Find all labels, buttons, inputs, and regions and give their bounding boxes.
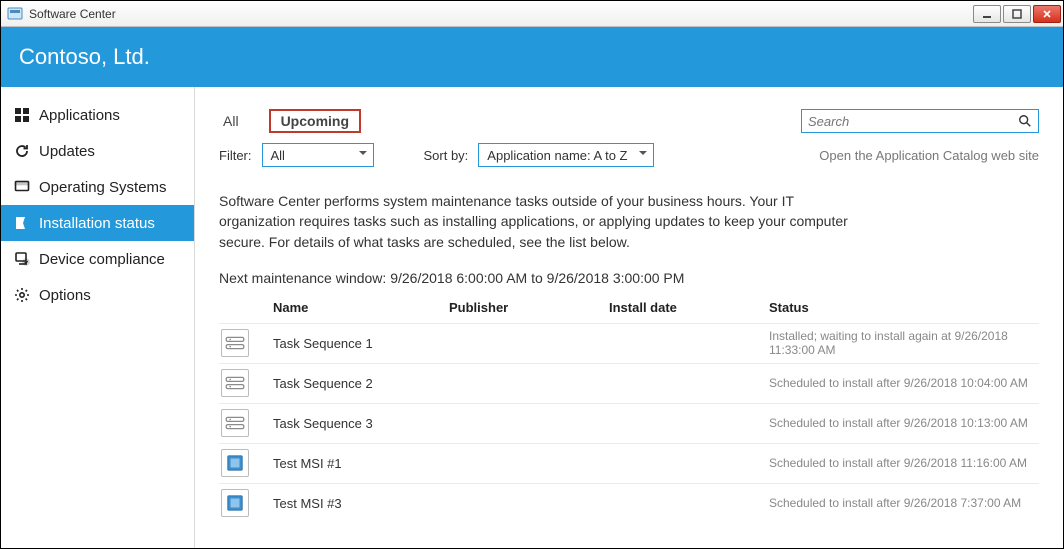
item-status: Installed; waiting to install again at 9…	[769, 329, 1039, 357]
sidebar-item-device-compliance[interactable]: Device compliance	[1, 241, 194, 277]
table-body: Task Sequence 1 Installed; waiting to ins…	[219, 323, 1039, 523]
filter-dropdown[interactable]: All	[262, 143, 374, 167]
sidebar-item-label: Updates	[39, 143, 95, 160]
item-name: Task Sequence 2	[273, 376, 449, 391]
sidebar-item-options[interactable]: Options	[1, 277, 194, 313]
item-type-icon	[221, 329, 249, 357]
filter-value: All	[271, 148, 285, 163]
maintenance-window-text: Next maintenance window: 9/26/2018 6:00:…	[219, 270, 1039, 286]
item-name: Task Sequence 3	[273, 416, 449, 431]
item-type-icon	[221, 449, 249, 477]
item-type-icon	[221, 409, 249, 437]
table-row[interactable]: Test MSI #3 Scheduled to install after 9/…	[219, 483, 1039, 523]
sidebar-item-label: Installation status	[39, 215, 155, 232]
table-header: Name Publisher Install date Status	[219, 286, 1039, 323]
column-install-date: Install date	[609, 300, 769, 315]
search-input[interactable]	[808, 114, 1018, 129]
table-row[interactable]: Test MSI #1 Scheduled to install after 9/…	[219, 443, 1039, 483]
options-icon	[13, 286, 31, 304]
search-box[interactable]	[801, 109, 1039, 133]
item-status: Scheduled to install after 9/26/2018 11:…	[769, 456, 1039, 470]
sort-dropdown[interactable]: Application name: A to Z	[478, 143, 654, 167]
sidebar-item-label: Operating Systems	[39, 179, 167, 196]
sort-value: Application name: A to Z	[487, 148, 627, 163]
minimize-button[interactable]	[973, 5, 1001, 23]
item-status: Scheduled to install after 9/26/2018 10:…	[769, 376, 1039, 390]
sidebar-item-applications[interactable]: Applications	[1, 97, 194, 133]
window-title: Software Center	[29, 7, 973, 21]
content-pane: All Upcoming Filter: All Sort by: Applic…	[195, 87, 1063, 548]
app-icon	[7, 6, 23, 22]
tab-upcoming[interactable]: Upcoming	[269, 109, 361, 133]
close-button[interactable]	[1033, 5, 1061, 23]
sidebar-item-label: Applications	[39, 107, 120, 124]
device-compliance-icon	[13, 250, 31, 268]
table-row[interactable]: Task Sequence 1 Installed; waiting to ins…	[219, 323, 1039, 363]
filter-label: Filter:	[219, 148, 252, 163]
sidebar: Applications Updates Operating Systems I…	[1, 87, 195, 548]
sidebar-item-updates[interactable]: Updates	[1, 133, 194, 169]
column-status: Status	[769, 300, 1039, 315]
open-application-catalog-link[interactable]: Open the Application Catalog web site	[819, 148, 1039, 163]
column-name: Name	[273, 300, 449, 315]
installation-status-icon	[13, 214, 31, 232]
item-name: Task Sequence 1	[273, 336, 449, 351]
maximize-button[interactable]	[1003, 5, 1031, 23]
tab-all[interactable]: All	[219, 110, 243, 132]
sidebar-item-label: Options	[39, 287, 91, 304]
description-text: Software Center performs system maintena…	[219, 191, 859, 252]
item-name: Test MSI #1	[273, 456, 449, 471]
item-type-icon	[221, 369, 249, 397]
item-status: Scheduled to install after 9/26/2018 10:…	[769, 416, 1039, 430]
search-icon[interactable]	[1018, 114, 1032, 128]
sidebar-item-installation-status[interactable]: Installation status	[1, 205, 194, 241]
column-publisher: Publisher	[449, 300, 609, 315]
tab-group: All Upcoming	[219, 109, 361, 133]
brand-header: Contoso, Ltd.	[1, 27, 1063, 87]
applications-icon	[13, 106, 31, 124]
sidebar-item-operating-systems[interactable]: Operating Systems	[1, 169, 194, 205]
updates-icon	[13, 142, 31, 160]
window-controls	[973, 5, 1061, 23]
operating-systems-icon	[13, 178, 31, 196]
table-row[interactable]: Task Sequence 2 Scheduled to install afte…	[219, 363, 1039, 403]
item-type-icon	[221, 489, 249, 517]
table-row[interactable]: Task Sequence 3 Scheduled to install afte…	[219, 403, 1039, 443]
item-status: Scheduled to install after 9/26/2018 7:3…	[769, 496, 1039, 510]
item-name: Test MSI #3	[273, 496, 449, 511]
sort-label: Sort by:	[424, 148, 469, 163]
company-name: Contoso, Ltd.	[19, 44, 150, 70]
window-titlebar: Software Center	[1, 1, 1063, 27]
sidebar-item-label: Device compliance	[39, 251, 165, 268]
